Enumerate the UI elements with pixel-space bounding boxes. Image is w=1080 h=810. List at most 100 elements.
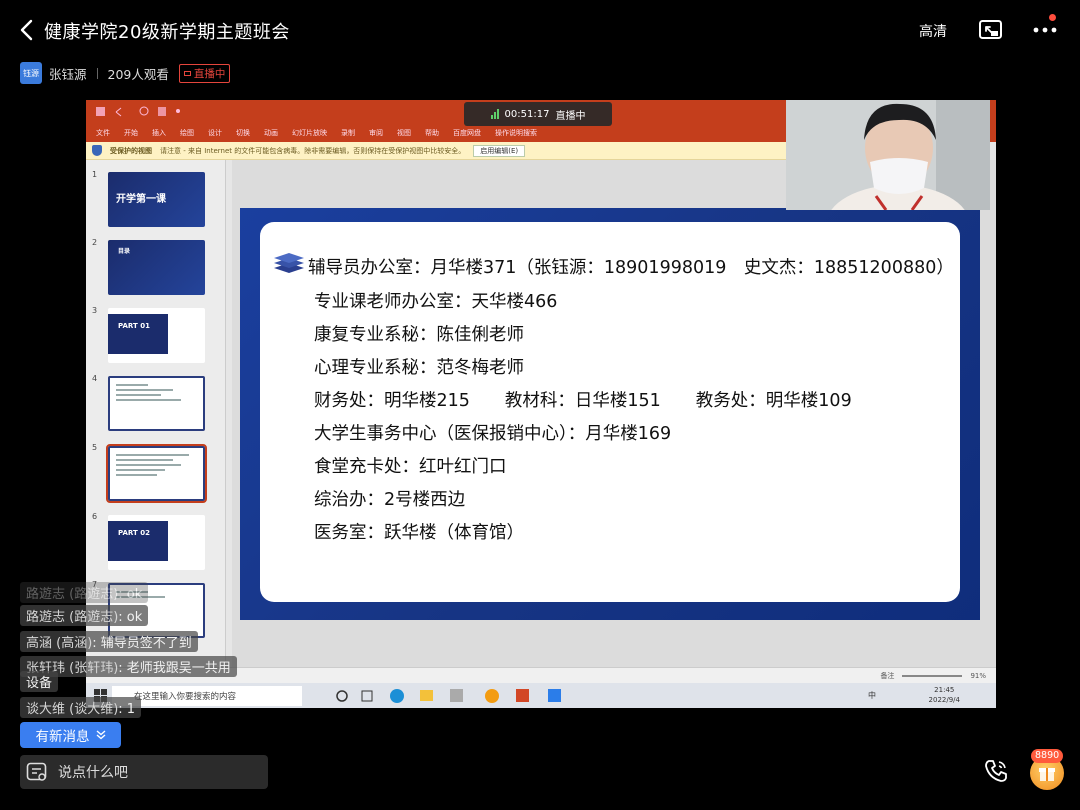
info-line: 专业课老师办公室：天华楼466	[314, 292, 558, 312]
ribbon-tab: 操作说明搜索	[495, 129, 537, 137]
ribbon-tab: 切换	[236, 129, 250, 137]
ime-indicator: 中	[868, 691, 876, 700]
windows-taskbar: 在这里输入你要搜索的内容 21:45 2022/9/4 中	[86, 683, 996, 708]
new-messages-button[interactable]: 有新消息	[20, 722, 121, 748]
slide-thumbnail: 目录	[108, 240, 205, 295]
chat-message: 高涵 (高涵): 辅导员签不了到	[20, 631, 198, 652]
host-info-row: 钰源 张钰源 209人观看 直播中	[20, 61, 231, 85]
slide-content-card: 辅导员办公室：月华楼371（张钰源：18901998019 史文杰：188512…	[260, 222, 960, 602]
ribbon-tab: 插入	[152, 129, 166, 137]
live-icon	[183, 70, 191, 76]
chat-message: 路遊志 (路遊志): ok	[20, 605, 149, 626]
info-line: 财务处：明华楼215 教材科：日华楼151 教务处：明华楼109	[314, 391, 852, 411]
chat-message: 路遊志 (路遊志): ok	[20, 582, 149, 603]
thumbnail-number: 5	[92, 443, 98, 452]
zoom-slider	[902, 674, 963, 677]
back-arrow-icon[interactable]	[14, 16, 42, 44]
clock-date: 2022/9/4	[928, 696, 960, 704]
ribbon-tab: 设计	[208, 129, 222, 137]
thumbnail-text: PART 02	[118, 529, 150, 537]
info-line: 康复专业系秘：陈佳俐老师	[314, 325, 524, 345]
chat-list-icon[interactable]	[26, 762, 48, 782]
timer-value: 00:51:17	[504, 108, 550, 120]
host-avatar[interactable]: 钰源	[20, 62, 42, 84]
enable-editing-button: 启用编辑(E)	[473, 144, 526, 157]
ribbon-tab: 幻灯片放映	[292, 129, 327, 137]
taskbar-search-text: 在这里输入你要搜索的内容	[134, 691, 237, 702]
stream-title: 健康学院20级新学期主题班会	[44, 22, 290, 43]
quality-button[interactable]: 高清	[919, 21, 947, 41]
chat-text: 1	[126, 702, 136, 717]
ribbon-tab: 帮助	[425, 129, 439, 137]
presenter-image	[786, 100, 990, 210]
top-bar: 健康学院20级新学期主题班会 高清	[0, 0, 1080, 60]
chat-message: 谈大维 (谈大维): 1	[20, 697, 142, 718]
books-icon	[274, 253, 304, 273]
thumbnail-number: 2	[92, 238, 98, 247]
timer-status: 直播中	[555, 110, 586, 122]
presenter-webcam	[786, 100, 990, 210]
chat-text: ok	[126, 610, 143, 625]
thumbnail-text: PART 01	[118, 322, 150, 330]
info-line: 辅导员办公室：月华楼371（张钰源：18901998019 史文杰：188512…	[308, 258, 954, 278]
ribbon-tab: 开始	[124, 129, 138, 137]
chat-sender: 路遊志 (路遊志)	[26, 587, 119, 602]
new-messages-label: 有新消息	[35, 729, 90, 745]
protected-view-bar: 受保护的视图 请注意 - 来自 Internet 的文件可能包含病毒。除非需要编…	[86, 142, 786, 160]
slide-thumbnail: 开学第一课	[108, 172, 205, 227]
notes-label: 备注	[880, 671, 895, 680]
zoom-level: 91%	[970, 671, 986, 680]
chat-text: 老师我跟吴一共用	[126, 661, 231, 676]
taskbar-app-icons	[336, 688, 561, 703]
live-timer: 00:51:17 直播中	[464, 102, 612, 126]
info-line: 食堂充卡处：红叶红门口	[314, 457, 507, 477]
gift-count-badge: 8890	[1031, 749, 1064, 763]
ribbon-tab: 百度网盘	[453, 129, 481, 137]
info-line: 医务室：跃华楼（体育馆）	[314, 523, 524, 543]
shield-icon	[92, 145, 102, 156]
chat-sender: 高涵 (高涵)	[26, 636, 93, 651]
thumbnail-text: 目录	[118, 248, 131, 255]
chat-text: 辅导员签不了到	[100, 636, 192, 651]
ribbon-tab: 视图	[397, 129, 411, 137]
clock-time: 21:45	[934, 686, 955, 694]
comment-input[interactable]: 说点什么吧	[20, 755, 268, 789]
phone-call-icon[interactable]	[981, 756, 1011, 786]
current-slide: 辅导员办公室：月华楼371（张钰源：18901998019 史文杰：188512…	[240, 208, 980, 620]
live-status-badge: 直播中	[178, 63, 231, 83]
slide-thumbnail: PART 02	[108, 515, 205, 570]
live-video-frame[interactable]: 文件 开始 插入 绘图 设计 切换 动画 幻灯片放映 录制 审阅 视图 帮助 百…	[86, 100, 996, 708]
thumbnail-number: 3	[92, 306, 98, 315]
ribbon-tab: 审阅	[369, 129, 383, 137]
thumbnail-text: 开学第一课	[116, 194, 166, 205]
ribbon-tab: 绘图	[180, 129, 194, 137]
thumbnail-number: 4	[92, 374, 98, 383]
info-line: 综治办：2号楼西边	[314, 490, 466, 510]
comment-placeholder: 说点什么吧	[58, 765, 128, 781]
warning-text: 请注意 - 来自 Internet 的文件可能包含病毒。除非需要编辑，否则保持在…	[160, 146, 466, 155]
slide-thumbnail-selected	[106, 444, 207, 503]
ribbon-tab: 动画	[264, 129, 278, 137]
chat-message-continued: 设备	[20, 671, 59, 692]
notification-dot	[1049, 14, 1056, 21]
quick-access-icons	[96, 106, 180, 117]
chat-text: 设备	[26, 676, 53, 691]
thumbnail-number: 1	[92, 170, 98, 179]
ribbon-tab: 录制	[341, 129, 355, 137]
divider	[96, 67, 98, 79]
slide-thumbnail: PART 01	[108, 308, 205, 363]
more-options-icon[interactable]	[1032, 20, 1058, 40]
signal-icon	[490, 109, 499, 119]
picture-in-picture-icon[interactable]	[978, 18, 1004, 42]
warning-title: 受保护的视图	[110, 146, 152, 155]
thumbnail-number: 6	[92, 512, 98, 521]
live-label: 直播中	[193, 67, 226, 80]
host-name[interactable]: 张钰源	[49, 64, 87, 83]
slide-thumbnail	[108, 376, 205, 431]
chat-sender: 谈大维 (谈大维)	[26, 702, 119, 717]
chat-text: ok	[126, 587, 143, 602]
info-line: 大学生事务中心（医保报销中心）：月华楼169	[314, 424, 672, 444]
chat-sender: 路遊志 (路遊志)	[26, 610, 119, 625]
ribbon-tab: 文件	[96, 129, 110, 137]
slide-editing-area: 辅导员办公室：月华楼371（张钰源：18901998019 史文杰：188512…	[232, 160, 996, 685]
